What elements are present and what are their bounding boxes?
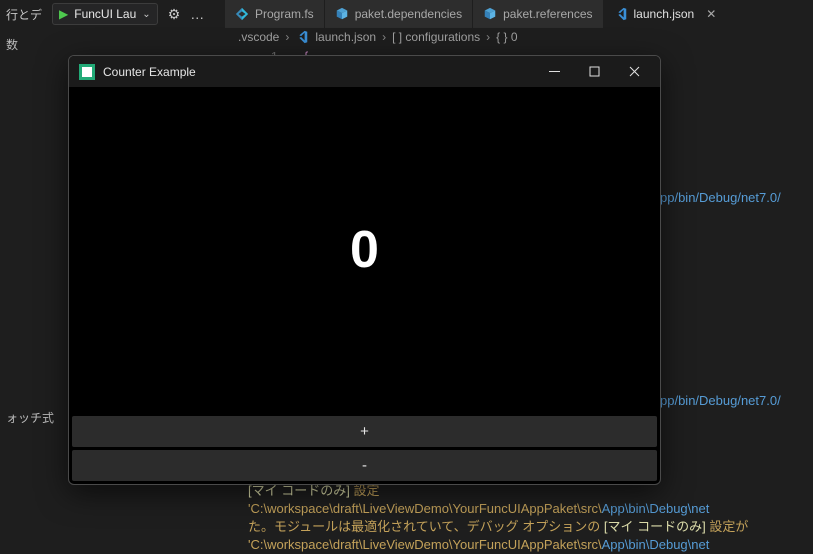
debug-console[interactable]: [マイ コードのみ] 設定 'C:\workspace\draft\LiveVi… bbox=[248, 482, 813, 554]
maximize-button[interactable] bbox=[574, 56, 614, 87]
counter-window: Counter Example 0 + - bbox=[68, 55, 661, 485]
chevron-right-icon: › bbox=[382, 30, 386, 44]
minimize-button[interactable] bbox=[534, 56, 574, 87]
tab-label: paket.dependencies bbox=[355, 7, 462, 21]
bg-path-fragment: pp/bin/Debug/net7.0/ bbox=[660, 190, 781, 206]
editor-tabs: Program.fs paket.dependencies paket.refe… bbox=[225, 0, 727, 28]
tab-launch-json[interactable]: launch.json ✕ bbox=[604, 0, 728, 28]
chevron-right-icon: › bbox=[486, 30, 490, 44]
counter-actions: + - bbox=[69, 413, 660, 484]
tab-label: paket.references bbox=[503, 7, 592, 21]
tab-label: Program.fs bbox=[255, 7, 314, 21]
breadcrumb-node: [ ] configurations bbox=[392, 30, 480, 44]
gear-icon[interactable]: ⚙ bbox=[168, 6, 181, 23]
breadcrumb-file: launch.json bbox=[315, 30, 376, 44]
tab-program-fs[interactable]: Program.fs bbox=[225, 0, 325, 28]
run-debug-label: 行とデ bbox=[6, 6, 42, 23]
increment-button[interactable]: + bbox=[72, 416, 657, 447]
launch-config-selector[interactable]: ▶ FuncUI Lau ⌄ bbox=[52, 3, 158, 25]
chevron-down-icon: ⌄ bbox=[142, 9, 150, 20]
paket-file-icon bbox=[483, 7, 497, 21]
vscode-file-icon bbox=[614, 7, 628, 21]
watch-section-label: ォッチ式 bbox=[0, 405, 60, 430]
tab-label: launch.json bbox=[634, 7, 695, 21]
more-icon[interactable]: … bbox=[190, 6, 204, 22]
breadcrumb-node: { } 0 bbox=[496, 30, 517, 44]
play-icon: ▶ bbox=[59, 7, 68, 21]
breadcrumb[interactable]: .vscode › launch.json › [ ] configuratio… bbox=[238, 30, 518, 44]
tab-paket-dependencies[interactable]: paket.dependencies bbox=[325, 0, 473, 28]
titlebar[interactable]: Counter Example bbox=[69, 56, 660, 87]
counter-content: 0 bbox=[69, 87, 660, 413]
paket-file-icon bbox=[335, 7, 349, 21]
variables-section-label: 数 bbox=[0, 32, 24, 57]
launch-config-name: FuncUI Lau bbox=[74, 7, 136, 21]
counter-value: 0 bbox=[350, 220, 379, 280]
vscode-file-icon bbox=[295, 30, 309, 44]
fsharp-file-icon bbox=[235, 7, 249, 21]
chevron-right-icon: › bbox=[285, 30, 289, 44]
tab-paket-references[interactable]: paket.references bbox=[473, 0, 603, 28]
breadcrumb-folder: .vscode bbox=[238, 30, 279, 44]
close-icon[interactable]: ✕ bbox=[706, 7, 716, 21]
decrement-button[interactable]: - bbox=[72, 450, 657, 481]
bg-path-fragment: pp/bin/Debug/net7.0/ bbox=[660, 393, 781, 409]
app-icon bbox=[79, 64, 95, 80]
window-title: Counter Example bbox=[103, 65, 534, 79]
close-button[interactable] bbox=[614, 56, 654, 87]
